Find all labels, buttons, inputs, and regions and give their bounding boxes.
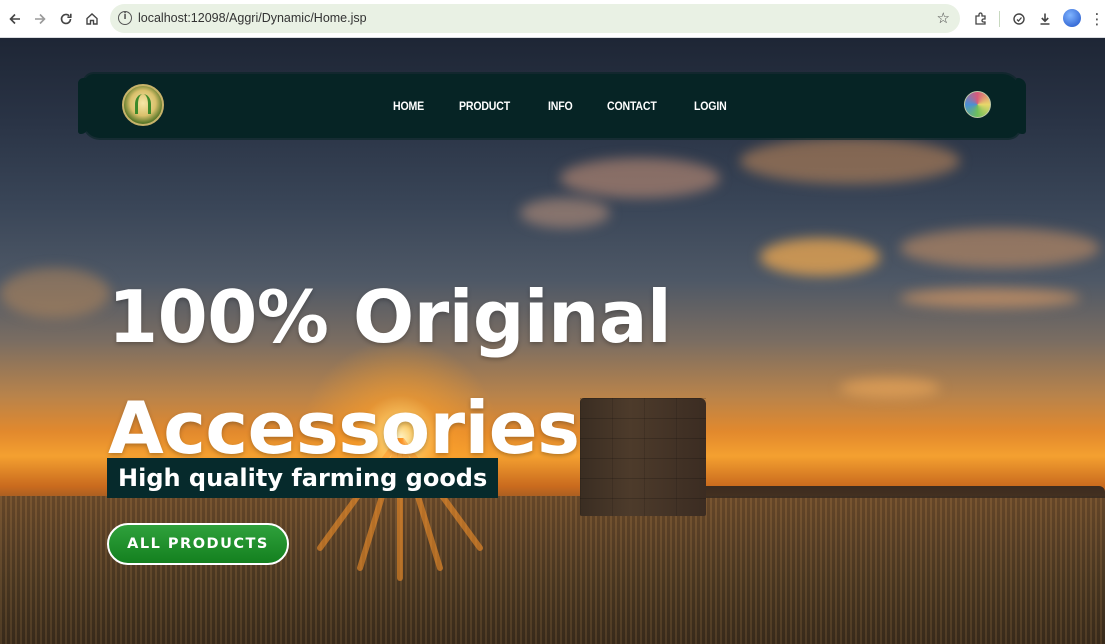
nav-link-contact[interactable]: CONTACT: [607, 99, 657, 113]
user-avatar[interactable]: [964, 91, 991, 118]
sync-icon[interactable]: [1009, 9, 1029, 29]
bookmark-star-icon[interactable]: ☆: [937, 9, 950, 27]
cloud: [520, 198, 610, 228]
cloud: [900, 228, 1100, 268]
browser-toolbar: i localhost:12098/Aggri/Dynamic/Home.jsp…: [0, 0, 1105, 38]
reload-icon[interactable]: [56, 9, 76, 29]
cloud: [900, 288, 1080, 308]
nav-link-login[interactable]: LOGIN: [694, 99, 727, 113]
cloud: [560, 158, 720, 198]
headline-line-1: 100% Original: [108, 275, 672, 359]
hero-subtitle: High quality farming goods: [107, 458, 499, 498]
menu-icon[interactable]: ⋮: [1087, 9, 1105, 29]
back-arrow-icon[interactable]: [5, 9, 25, 29]
home-icon[interactable]: [82, 9, 102, 29]
address-bar[interactable]: i localhost:12098/Aggri/Dynamic/Home.jsp…: [110, 4, 960, 33]
field-texture: [0, 496, 1105, 644]
toolbar-divider: [999, 11, 1000, 27]
cloud: [0, 268, 110, 318]
profile-icon[interactable]: [1063, 9, 1081, 27]
extensions-icon[interactable]: [971, 9, 991, 29]
all-products-button[interactable]: ALL PRODUCTS: [107, 523, 289, 565]
cloud: [740, 138, 960, 184]
nav-link-home[interactable]: HOME: [393, 99, 424, 113]
distant-treeline: [700, 486, 1105, 498]
cloud: [840, 378, 940, 398]
site-info-icon[interactable]: i: [118, 11, 132, 25]
sprout-icon: [135, 94, 151, 114]
nav-link-info[interactable]: INFO: [548, 99, 573, 113]
hero-headline: 100% Original Accessories: [108, 262, 672, 484]
nav-link-product[interactable]: PRODUCT: [459, 99, 510, 113]
forward-arrow-icon[interactable]: [30, 9, 50, 29]
cloud: [760, 238, 880, 276]
main-navbar: HOME PRODUCT INFO CONTACT LOGIN: [78, 74, 1026, 138]
url-text[interactable]: localhost:12098/Aggri/Dynamic/Home.jsp: [138, 11, 367, 25]
hero-section: HOME PRODUCT INFO CONTACT LOGIN 100% Ori…: [0, 38, 1105, 644]
farm-logo-icon[interactable]: [122, 84, 164, 126]
nav-links: HOME PRODUCT INFO CONTACT LOGIN: [393, 99, 731, 113]
download-icon[interactable]: [1035, 9, 1055, 29]
